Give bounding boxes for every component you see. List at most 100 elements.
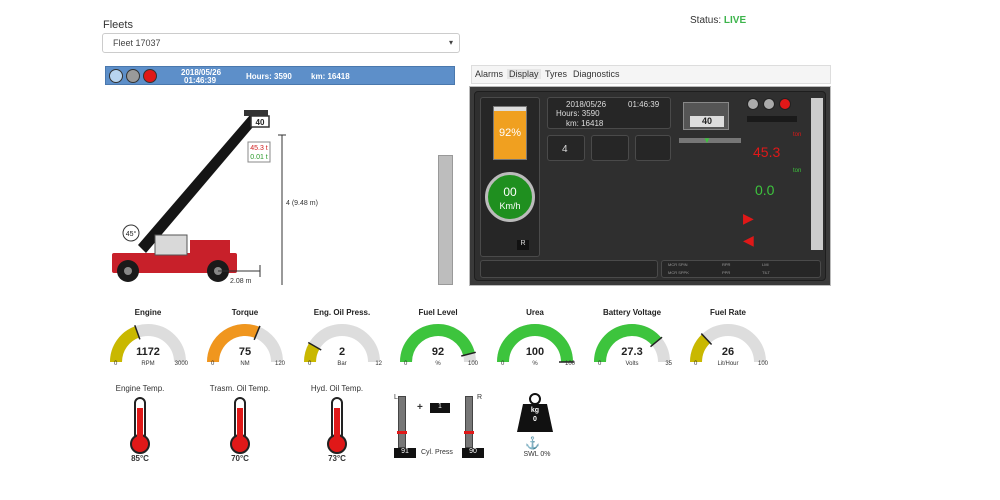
gauge-max: 100 <box>467 361 478 367</box>
gauge-unit: Volts <box>625 361 639 367</box>
tab-tyres[interactable]: Tyres <box>545 69 567 79</box>
bottom-label-3: LMI <box>762 262 769 267</box>
angle-label: 45° <box>126 230 137 238</box>
gauge-3: Fuel Level 92 0% 100 <box>393 300 483 380</box>
fleet-select-value: Fleet 17037 <box>113 38 161 48</box>
tab-diagnostics[interactable]: Diagnostics <box>573 69 620 79</box>
thermometer-2: Hyd. Oil Temp. 73°C <box>292 380 382 470</box>
display-date: 2018/05/26 <box>566 100 607 109</box>
speed-dial: 00 Km/h <box>485 172 535 222</box>
gauge-2: Eng. Oil Press. 2 0 Bar 12 <box>297 300 387 380</box>
load-bottom-value: 0.01 t <box>250 154 268 161</box>
gauge-arc <box>497 324 574 363</box>
display-hours: Hours: 3590 <box>556 109 600 118</box>
gauge-max: 100 <box>564 361 575 367</box>
thermometers-row: Engine Temp. 85°C Trasm. Oil Temp. 70°C Hyd.… <box>0 380 400 470</box>
fuel-percent: 92% <box>498 127 522 139</box>
indicator-strip <box>747 116 797 122</box>
speed-unit: Km/h <box>499 201 521 211</box>
bottom-label-4: MCR SPPK <box>668 270 689 275</box>
display-bottom-left <box>480 260 658 278</box>
engine-cover <box>190 240 230 254</box>
spreader-indicator-value: 40 <box>690 116 724 127</box>
gauge-arc <box>304 324 380 363</box>
gauge-unit: Bar <box>337 361 347 367</box>
gauge-value: 2 <box>338 346 346 358</box>
bottom-label-5: PPR <box>722 270 731 275</box>
weight-widget: kg 0 ⚓ SWL 0% <box>515 392 555 462</box>
gauge-arc <box>400 324 476 363</box>
indicator-light-1 <box>747 98 759 110</box>
thermometer-icon <box>130 397 150 454</box>
gauge-max: 35 <box>665 361 672 367</box>
status-label: Status: <box>690 15 722 26</box>
thermometer-value: 70°C <box>231 454 249 463</box>
gauge-max: 12 <box>375 361 382 367</box>
cab-shape <box>154 234 188 256</box>
fuel-tank-empty <box>494 107 526 112</box>
cyl-left-tube <box>397 396 407 448</box>
fleets-label: Fleets <box>103 19 133 31</box>
speed-value: 00 <box>503 185 517 199</box>
display-button-2[interactable] <box>591 135 629 161</box>
cyl-right-label: R <box>477 394 483 401</box>
gauge-arc <box>594 324 670 363</box>
gauge-1: Torque 75 0 NM 120 <box>200 300 290 380</box>
gauge-value: 27.3 <box>621 346 643 358</box>
fleet-select[interactable]: Fleet 17037 ▾ <box>102 33 460 53</box>
vehicle-info-bar: 2018/05/26 01:46:39 Hours: 3590 km: 1641… <box>105 66 455 85</box>
gauge-value: 92 <box>431 346 445 358</box>
status-value: LIVE <box>723 15 747 26</box>
bottom-label-2: RPR <box>722 262 731 267</box>
gauge-6: Fuel Rate 26 0 Lit/Hour 100 <box>683 300 773 380</box>
cab-display-panel: 92% 00 Km/h R 2018/05/26 01:46:39 Hours:… <box>469 86 831 286</box>
indicator-light-grey <box>126 69 140 83</box>
chevron-down-icon: ▾ <box>448 38 453 47</box>
gauge-value: 75 <box>238 346 252 358</box>
display-km: km: 16418 <box>566 119 604 128</box>
tab-display[interactable]: Display <box>507 69 541 79</box>
tab-bar: Alarms Display Tyres Diagnostics <box>471 65 831 84</box>
gauge-arc <box>690 324 766 363</box>
cyl-center-value: 1 <box>430 403 450 413</box>
indicator-light-blue <box>109 69 123 83</box>
header-hours: Hours: 3590 <box>246 72 292 81</box>
indicator-light-2 <box>763 98 775 110</box>
distance-label: 2.08 m <box>230 278 252 285</box>
thermometer-value: 85°C <box>131 454 149 463</box>
thermometer-title: Engine Temp. <box>115 384 165 393</box>
gauge-4: Urea 100 0% 100 <box>490 300 580 380</box>
display-bottom-right: MCR SPIN RPR LMI MCR SPPK PPR TILT <box>661 260 821 278</box>
gauge-value: 26 <box>721 346 735 358</box>
bottom-label-1: MCR SPIN <box>668 262 688 267</box>
load-top-value: 45.3 t <box>250 145 268 152</box>
ton-bottom-value: 0.0 <box>755 182 775 198</box>
spreader-shape <box>244 110 268 116</box>
indicator-light-red <box>143 69 157 83</box>
vertical-scrollbar[interactable] <box>438 155 453 285</box>
gauge-5: Battery Voltage 27.3 0 Volts 35 <box>587 300 677 380</box>
height-label: 4 (9.48 m) <box>286 200 318 207</box>
gear-indicator: R <box>517 240 529 250</box>
gauge-max: 3000 <box>174 361 188 367</box>
gauge-value: 100 <box>525 346 545 358</box>
cyl-label: Cyl. Press <box>421 449 453 456</box>
hook-icon: ⚓ <box>525 436 540 450</box>
level-indicator-icon: ▼ <box>703 136 711 145</box>
tab-alarms[interactable]: Alarms <box>475 69 503 79</box>
display-button-1-label: 4 <box>562 144 568 155</box>
red-arrow-icon-1: ▶ <box>743 210 754 226</box>
gauge-value: 1172 <box>136 346 160 358</box>
thermometer-0: Engine Temp. 85°C <box>95 380 185 470</box>
display-side-bar <box>811 98 823 250</box>
bottom-label-6: TILT <box>762 270 770 275</box>
cyl-right-value: 90 <box>462 448 484 458</box>
display-button-1[interactable]: 4 <box>547 135 585 161</box>
cyl-plus: + <box>417 402 423 413</box>
ton-top-unit: ton <box>793 132 802 138</box>
header-km: km: 16418 <box>311 72 350 81</box>
display-button-3[interactable] <box>635 135 671 161</box>
weight-unit: kg <box>530 407 540 414</box>
cyl-left-value: 91 <box>394 448 416 458</box>
cab-display-screen: 92% 00 Km/h R 2018/05/26 01:46:39 Hours:… <box>474 91 826 281</box>
